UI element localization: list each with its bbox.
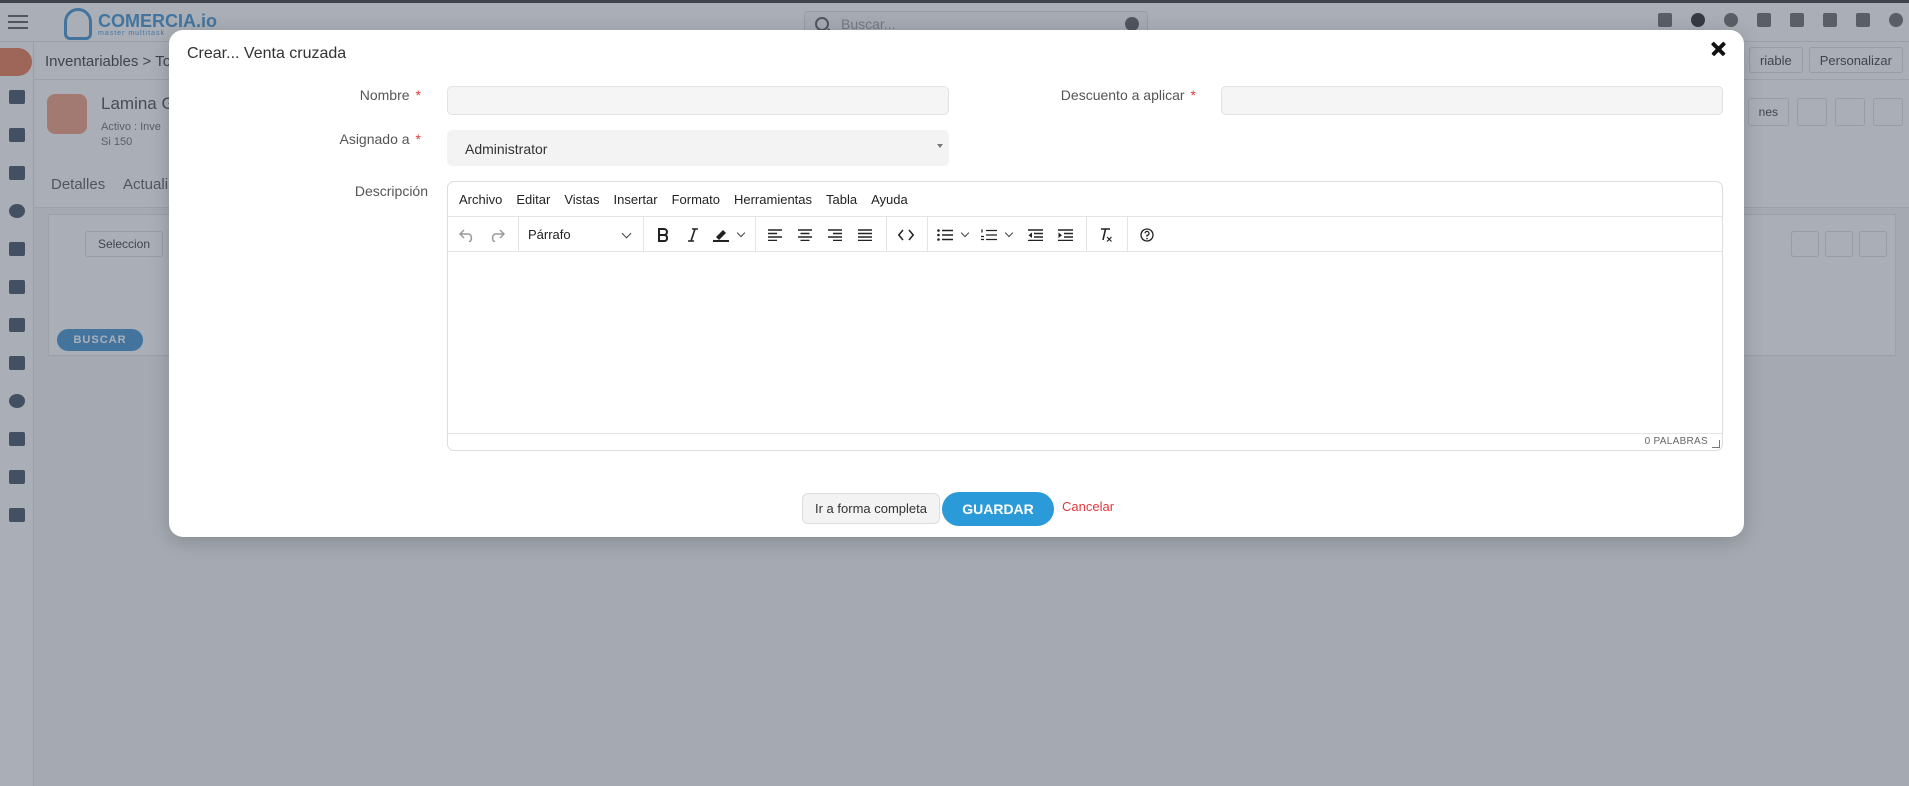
editor-toolbar: Párrafo — [448, 217, 1722, 252]
name-label: Nombre * — [360, 87, 421, 103]
block-format-value: Párrafo — [528, 227, 571, 242]
clear-format-icon[interactable] — [1091, 217, 1121, 252]
chevron-down-icon[interactable] — [1002, 217, 1016, 252]
discount-input[interactable] — [1221, 86, 1723, 115]
name-input[interactable] — [447, 86, 949, 115]
editor-menubar: Archivo Editar Vistas Insertar Formato H… — [448, 182, 1722, 217]
menu-edit[interactable]: Editar — [516, 192, 550, 207]
assigned-select-value: Administrator — [465, 141, 548, 157]
discount-label-text: Descuento a aplicar — [1060, 87, 1185, 103]
cancel-button[interactable]: Cancelar — [1062, 499, 1114, 514]
assigned-select[interactable]: Administrator — [447, 130, 949, 166]
align-justify-icon[interactable] — [850, 217, 880, 252]
assigned-label-text: Asignado a — [339, 131, 410, 147]
full-form-button[interactable]: Ir a forma completa — [802, 493, 940, 524]
chevron-down-icon[interactable] — [958, 217, 972, 252]
required-marker: * — [415, 87, 421, 103]
create-cross-sale-modal: Crear... Venta cruzada Nombre * Descuento… — [169, 30, 1744, 537]
close-icon[interactable] — [1708, 38, 1730, 60]
block-format-select[interactable]: Párrafo — [528, 217, 638, 252]
undo-icon[interactable] — [452, 217, 482, 252]
chevron-down-icon — [937, 144, 943, 148]
bullet-list-icon[interactable] — [932, 217, 958, 252]
align-right-icon[interactable] — [820, 217, 850, 252]
outdent-icon[interactable] — [1020, 217, 1050, 252]
menu-file[interactable]: Archivo — [459, 192, 502, 207]
description-editor: Archivo Editar Vistas Insertar Formato H… — [447, 181, 1723, 451]
menu-tools[interactable]: Herramientas — [734, 192, 812, 207]
chevron-down-icon — [621, 228, 632, 239]
help-icon[interactable] — [1132, 217, 1162, 252]
menu-help[interactable]: Ayuda — [871, 192, 908, 207]
highlight-icon[interactable] — [708, 217, 734, 252]
required-marker: * — [1190, 87, 1196, 103]
required-marker: * — [415, 131, 421, 147]
save-button[interactable]: GUARDAR — [942, 492, 1054, 526]
numbered-list-icon[interactable] — [976, 217, 1002, 252]
menu-view[interactable]: Vistas — [564, 192, 599, 207]
align-left-icon[interactable] — [760, 217, 790, 252]
align-center-icon[interactable] — [790, 217, 820, 252]
modal-title: Crear... Venta cruzada — [187, 45, 347, 62]
italic-icon[interactable] — [678, 217, 708, 252]
word-count: 0 PALABRAS — [1644, 436, 1708, 447]
indent-icon[interactable] — [1050, 217, 1080, 252]
editor-statusbar: 0 PALABRAS — [448, 433, 1722, 450]
resize-handle-icon[interactable] — [1712, 440, 1720, 448]
menu-table[interactable]: Tabla — [826, 192, 857, 207]
menu-insert[interactable]: Insertar — [614, 192, 658, 207]
name-label-text: Nombre — [359, 87, 410, 103]
chevron-down-icon[interactable] — [734, 217, 748, 252]
redo-icon[interactable] — [482, 217, 512, 252]
bold-icon[interactable] — [648, 217, 678, 252]
description-label: Descripción — [354, 183, 428, 199]
discount-label: Descuento a aplicar * — [1061, 87, 1196, 103]
code-icon[interactable] — [891, 217, 921, 252]
editor-content-area[interactable] — [448, 252, 1722, 434]
menu-format[interactable]: Formato — [672, 192, 720, 207]
assigned-label: Asignado a * — [339, 131, 421, 147]
